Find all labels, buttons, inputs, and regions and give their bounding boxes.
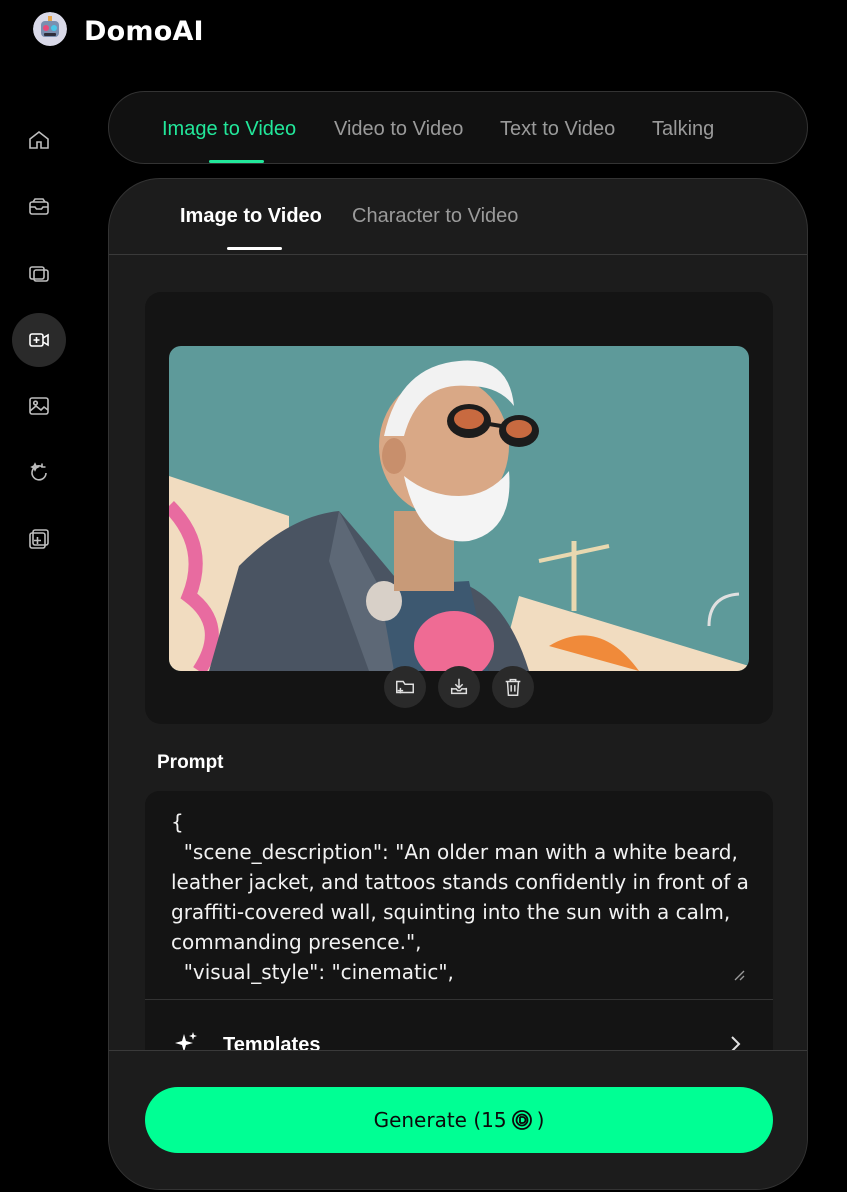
- generation-panel: Image to Video Character to Video Prompt…: [108, 178, 808, 1190]
- tab-text-to-video[interactable]: Text to Video: [500, 118, 615, 141]
- templates-row[interactable]: Templates: [145, 1000, 773, 1056]
- image-icon: [29, 397, 49, 415]
- home-icon: [29, 130, 49, 149]
- generate-suffix: ): [536, 1108, 545, 1132]
- credit-coin-icon: [511, 1110, 532, 1130]
- folder-upload-icon: [396, 680, 414, 694]
- sparkle-refresh-icon: [30, 462, 47, 481]
- app-logo[interactable]: [33, 12, 67, 46]
- bottom-action-bar: Generate (15 ): [109, 1050, 807, 1189]
- sidebar-item-image-to-video[interactable]: [12, 313, 66, 367]
- uploaded-image: [169, 346, 749, 671]
- download-icon: [450, 678, 468, 695]
- app-name: DomoAI: [84, 16, 204, 47]
- prompt-label: Prompt: [157, 752, 224, 773]
- sidebar-item-image[interactable]: [12, 379, 66, 433]
- add-media-icon: [29, 529, 49, 549]
- sidebar-item-inbox[interactable]: [12, 180, 66, 234]
- subtab-image-to-video[interactable]: Image to Video: [180, 205, 322, 228]
- subtab-divider: [109, 254, 807, 255]
- tab-image-to-video[interactable]: Image to Video: [162, 118, 296, 141]
- sidebar-item-add-media[interactable]: [12, 512, 66, 566]
- sidebar-item-retouch[interactable]: [12, 445, 66, 499]
- subtab-character-to-video[interactable]: Character to Video: [352, 205, 518, 228]
- generate-button[interactable]: Generate (15 ): [145, 1087, 773, 1153]
- delete-image-button[interactable]: [492, 666, 534, 708]
- image-upload-card[interactable]: [145, 292, 773, 724]
- prompt-textarea[interactable]: { "scene_description": "An older man wit…: [145, 791, 773, 999]
- replace-image-button[interactable]: [384, 666, 426, 708]
- active-tab-indicator: [209, 160, 264, 163]
- tab-talking[interactable]: Talking: [652, 118, 714, 141]
- tab-video-to-video[interactable]: Video to Video: [334, 118, 463, 141]
- resize-handle-icon[interactable]: [733, 969, 745, 981]
- active-subtab-indicator: [227, 247, 282, 250]
- download-image-button[interactable]: [438, 666, 480, 708]
- gallery-icon: [29, 266, 49, 282]
- generate-label: Generate (15: [373, 1108, 507, 1132]
- sidebar-item-home[interactable]: [12, 113, 66, 167]
- prompt-text[interactable]: { "scene_description": "An older man wit…: [171, 807, 761, 987]
- trash-icon: [505, 678, 521, 696]
- mode-tabs: Image to Video Video to Video Text to Vi…: [108, 91, 808, 164]
- sidebar-item-gallery[interactable]: [12, 246, 66, 300]
- inbox-icon: [29, 198, 49, 215]
- video-plus-icon: [29, 333, 49, 347]
